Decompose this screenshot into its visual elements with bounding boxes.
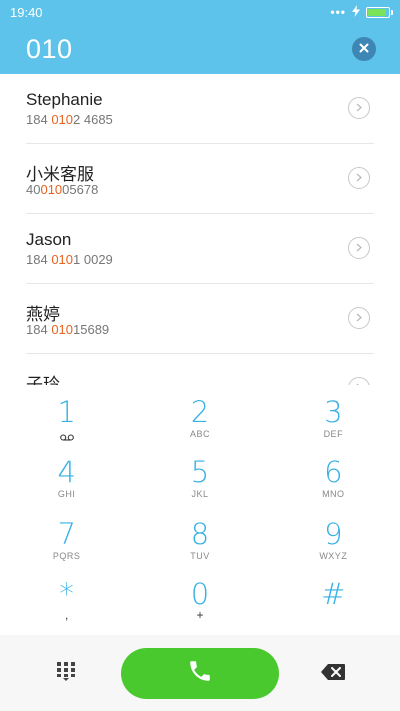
key-digit: 0 <box>190 577 210 611</box>
contact-name: Stephanie <box>26 90 103 109</box>
number-match: 010 <box>51 322 74 337</box>
contact-name: 子玲 <box>26 375 60 385</box>
key-letters: WXYZ <box>319 551 348 561</box>
contact-results-list[interactable]: Stephanie 184 0102 4685 小米客服 4001005678 … <box>0 74 400 385</box>
dialed-number-input[interactable]: 010 <box>26 34 73 65</box>
key-1[interactable]: 1 <box>0 397 133 457</box>
key-digit: 5 <box>190 455 210 489</box>
key-3[interactable]: 3 DEF <box>267 397 400 457</box>
key-letters: TUV <box>190 551 210 561</box>
key-4[interactable]: 4 GHI <box>0 457 133 519</box>
contact-detail-button[interactable] <box>348 237 370 259</box>
contact-name: Jason <box>26 230 72 249</box>
contact-row[interactable]: 小米客服 4001005678 <box>26 144 374 214</box>
number-suffix: 15689 <box>73 322 110 337</box>
status-indicators: ••• <box>330 4 393 20</box>
chevron-right-icon <box>356 309 362 327</box>
voicemail-icon <box>59 428 74 446</box>
key-letters: PQRS <box>52 551 81 561</box>
key-digit: 7 <box>57 517 76 551</box>
key-6[interactable]: 6 MNO <box>267 457 400 519</box>
contact-row[interactable]: 子玲 <box>26 354 374 385</box>
status-time: 19:40 <box>10 4 43 20</box>
key-digit: 2 <box>190 395 210 429</box>
contact-row[interactable]: Jason 184 0101 0029 <box>26 214 374 284</box>
contact-detail-button[interactable] <box>348 377 370 385</box>
contact-row[interactable]: Stephanie 184 0102 4685 <box>26 74 374 144</box>
key-letters: JKL <box>191 489 209 499</box>
key-7[interactable]: 7 PQRS <box>0 519 133 579</box>
dial-header: 010 <box>0 24 400 74</box>
battery-level <box>368 8 387 16</box>
key-letters: MNO <box>322 489 345 499</box>
bolt-icon <box>352 4 360 20</box>
key-digit: 8 <box>190 517 210 551</box>
phone-icon <box>187 658 213 689</box>
number-prefix: 40 <box>26 182 41 197</box>
key-sub: , <box>64 608 69 622</box>
number-prefix: 184 <box>26 112 52 127</box>
chevron-right-icon <box>356 239 362 257</box>
number-match: 010 <box>51 252 74 267</box>
bottom-bar <box>0 635 400 711</box>
dialpad-grid-icon <box>56 661 76 686</box>
chevron-right-icon <box>356 169 362 187</box>
contact-row[interactable]: 燕婷 184 01015689 <box>26 284 374 354</box>
key-digit: 4 <box>57 455 76 489</box>
key-8[interactable]: 8 TUV <box>133 519 266 579</box>
key-digit: 3 <box>324 395 343 429</box>
key-letters: GHI <box>57 489 76 499</box>
contact-number: 184 0102 4685 <box>26 112 113 127</box>
number-match: 010 <box>40 182 63 197</box>
backspace-button[interactable] <box>320 663 346 686</box>
contact-detail-button[interactable] <box>348 97 370 119</box>
number-prefix: 184 <box>26 322 52 337</box>
clear-button[interactable] <box>352 37 376 61</box>
number-match: 010 <box>51 112 74 127</box>
chevron-right-icon <box>356 99 362 117</box>
contact-detail-button[interactable] <box>348 307 370 329</box>
call-button[interactable] <box>121 648 279 699</box>
close-icon <box>359 40 369 58</box>
contact-number: 4001005678 <box>26 182 98 197</box>
key-digit: 9 <box>324 517 343 551</box>
backspace-icon <box>320 663 346 686</box>
key-digit: # <box>321 577 346 611</box>
number-suffix: 05678 <box>62 182 99 197</box>
key-digit: * <box>59 577 74 611</box>
key-digit: 6 <box>324 455 343 489</box>
number-suffix: 2 4685 <box>73 112 113 127</box>
key-digit: 1 <box>57 395 76 429</box>
key-sub: + <box>196 608 204 622</box>
dialpad: 1 2 ABC 3 DEF 4 GHI 5 JKL 6 MNO 7 PQRS 8… <box>0 385 400 635</box>
number-prefix: 184 <box>26 252 52 267</box>
key-letters: ABC <box>189 429 210 439</box>
battery-icon <box>366 6 393 18</box>
dialpad-toggle-button[interactable] <box>55 661 77 686</box>
signal-dots-icon: ••• <box>330 5 346 19</box>
contact-detail-button[interactable] <box>348 167 370 189</box>
key-2[interactable]: 2 ABC <box>133 397 266 457</box>
key-5[interactable]: 5 JKL <box>133 457 266 519</box>
key-letters: DEF <box>323 429 344 439</box>
contact-number: 184 01015689 <box>26 322 109 337</box>
number-suffix: 1 0029 <box>73 252 113 267</box>
status-bar: 19:40 ••• <box>0 0 400 24</box>
key-9[interactable]: 9 WXYZ <box>267 519 400 579</box>
contact-number: 184 0101 0029 <box>26 252 113 267</box>
